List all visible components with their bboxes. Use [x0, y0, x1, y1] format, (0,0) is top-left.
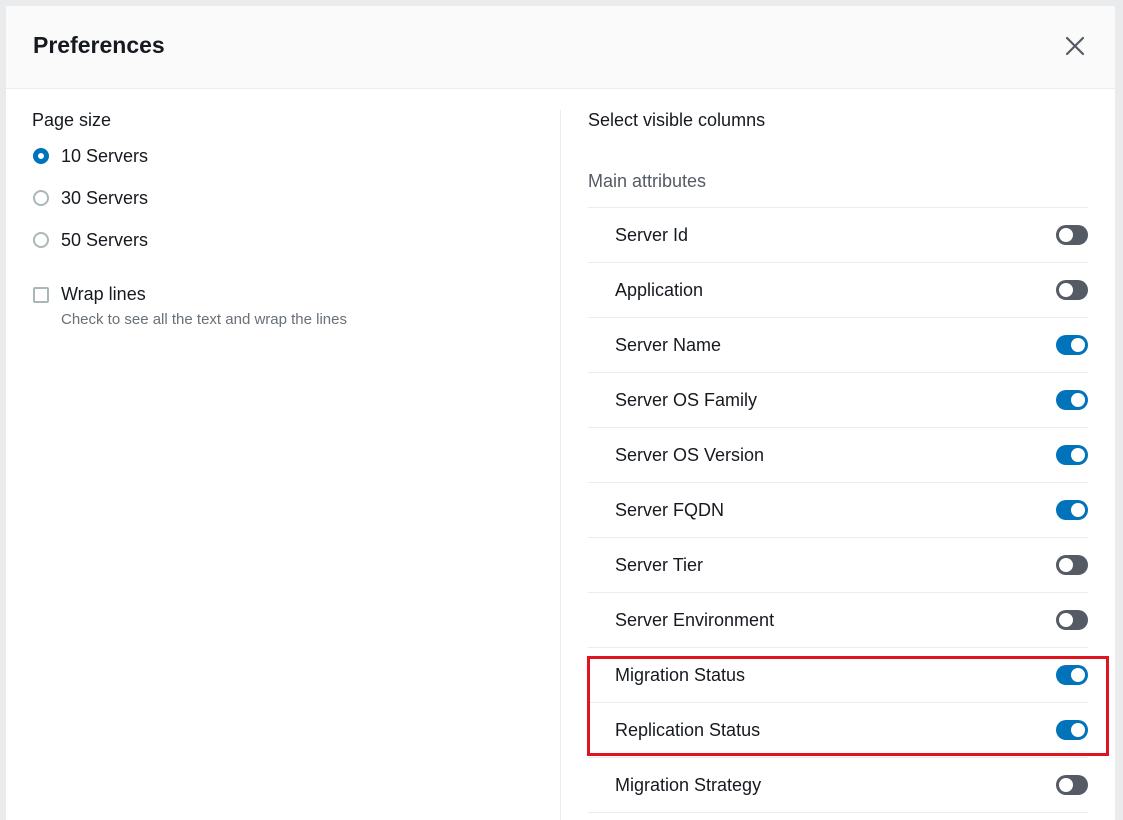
- page-size-option-label: 10 Servers: [61, 145, 149, 166]
- toggle-knob: [1071, 723, 1085, 737]
- column-label: Server Name: [615, 334, 722, 355]
- wrap-lines-option[interactable]: Wrap lines Check to see all the text and…: [32, 284, 542, 328]
- column-row-replication-status: Replication Status: [588, 703, 1088, 758]
- column-divider: [560, 110, 561, 820]
- column-row-migration-strategy: Migration Strategy: [588, 758, 1088, 813]
- column-toggle[interactable]: [1056, 445, 1088, 465]
- toggle-knob: [1071, 448, 1085, 462]
- toggle-knob: [1059, 613, 1073, 627]
- column-label: Server Tier: [615, 554, 704, 575]
- toggle-knob: [1071, 393, 1085, 407]
- wrap-lines-label: Wrap lines: [61, 284, 146, 304]
- column-toggle[interactable]: [1056, 665, 1088, 685]
- column-toggle[interactable]: [1056, 390, 1088, 410]
- column-row-server-id: Server Id: [588, 208, 1088, 263]
- column-toggle[interactable]: [1056, 225, 1088, 245]
- page-size-option-10[interactable]: 10 Servers: [32, 135, 542, 177]
- dialog-title: Preferences: [33, 32, 165, 58]
- column-row-server-os-family: Server OS Family: [588, 373, 1088, 428]
- wrap-lines-checkbox[interactable]: [33, 287, 49, 303]
- dialog-header: Preferences: [6, 6, 1115, 89]
- column-label: Migration Strategy: [615, 774, 762, 795]
- column-toggle[interactable]: [1056, 720, 1088, 740]
- column-row-server-name: Server Name: [588, 318, 1088, 373]
- toggle-knob: [1071, 668, 1085, 682]
- radio-button[interactable]: [33, 232, 49, 248]
- page-size-option-label: 30 Servers: [61, 187, 149, 208]
- column-toggle[interactable]: [1056, 610, 1088, 630]
- column-row-server-environment: Server Environment: [588, 593, 1088, 648]
- column-label: Server OS Family: [615, 389, 758, 410]
- column-row-server-os-version: Server OS Version: [588, 428, 1088, 483]
- column-row-migration-status: Migration Status: [588, 648, 1088, 703]
- page-size-option-30[interactable]: 30 Servers: [32, 177, 542, 219]
- toggle-knob: [1059, 283, 1073, 297]
- toggle-knob: [1059, 778, 1073, 792]
- toggle-knob: [1059, 558, 1073, 572]
- page-size-section: Page size 10 Servers 30 Servers 50 Serve…: [32, 110, 542, 328]
- toggle-knob: [1059, 228, 1073, 242]
- toggle-knob: [1071, 338, 1085, 352]
- wrap-lines-text: Wrap lines Check to see all the text and…: [61, 284, 347, 328]
- page-size-option-50[interactable]: 50 Servers: [32, 219, 542, 261]
- page-size-option-label: 50 Servers: [61, 229, 149, 250]
- close-icon: [1065, 36, 1085, 56]
- column-label: Server Id: [615, 224, 689, 245]
- close-button[interactable]: [1063, 34, 1087, 58]
- column-row-server-fqdn: Server FQDN: [588, 483, 1088, 538]
- column-label: Server FQDN: [615, 499, 725, 520]
- page-size-label: Page size: [32, 110, 112, 130]
- column-label: Migration Status: [615, 664, 746, 685]
- column-toggle[interactable]: [1056, 775, 1088, 795]
- main-attributes-label: Main attributes: [588, 171, 707, 191]
- radio-button-checked[interactable]: [33, 148, 49, 164]
- column-toggle[interactable]: [1056, 500, 1088, 520]
- wrap-lines-description: Check to see all the text and wrap the l…: [61, 311, 347, 328]
- page-size-options: 10 Servers 30 Servers 50 Servers: [32, 135, 542, 261]
- visible-columns-label: Select visible columns: [588, 110, 766, 130]
- radio-button[interactable]: [33, 190, 49, 206]
- toggle-knob: [1071, 503, 1085, 517]
- column-label: Application: [615, 279, 704, 300]
- column-label: Server Environment: [615, 609, 775, 630]
- column-row-server-tier: Server Tier: [588, 538, 1088, 593]
- column-label: Replication Status: [615, 719, 761, 740]
- preferences-dialog: Preferences Page size 10 Servers 30 Serv…: [6, 6, 1115, 820]
- column-row-application: Application: [588, 263, 1088, 318]
- column-toggle[interactable]: [1056, 555, 1088, 575]
- visible-columns-section: Select visible columns Main attributes S…: [588, 110, 1088, 813]
- column-label: Server OS Version: [615, 444, 765, 465]
- column-toggle[interactable]: [1056, 335, 1088, 355]
- column-toggle-list: Server Id Application Server Name Server…: [588, 207, 1088, 813]
- column-toggle[interactable]: [1056, 280, 1088, 300]
